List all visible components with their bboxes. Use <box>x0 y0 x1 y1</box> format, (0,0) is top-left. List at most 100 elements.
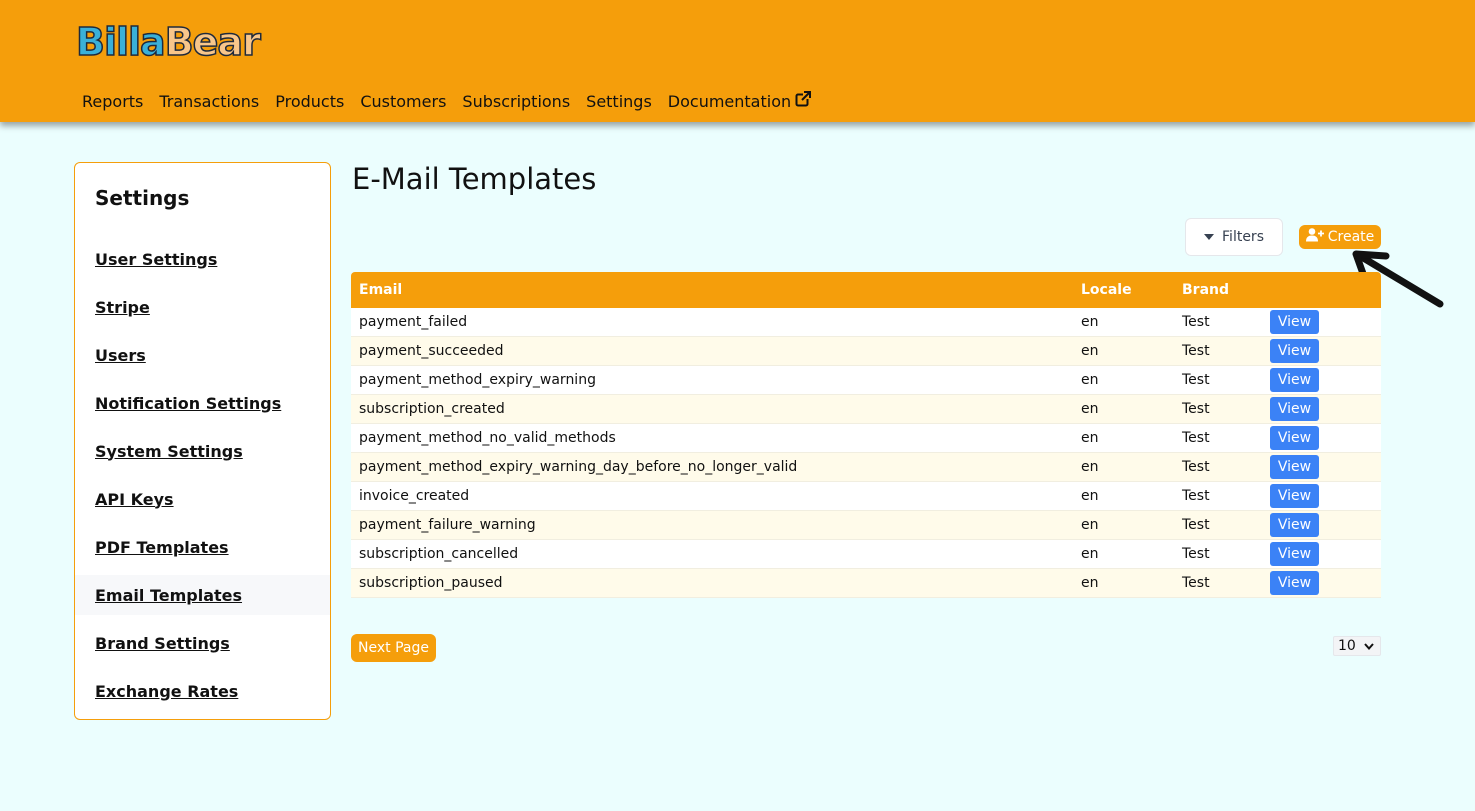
column-header-email: Email <box>359 282 403 298</box>
table-row: invoice_created en Test View <box>351 482 1381 511</box>
cell-locale: en <box>1081 575 1099 591</box>
caret-down-icon <box>1204 234 1215 240</box>
cell-email: payment_method_expiry_warning <box>359 372 596 388</box>
table-row: subscription_created en Test View <box>351 395 1381 424</box>
nav-products[interactable]: Products <box>275 91 344 111</box>
main-nav: Reports Transactions Products Customers … <box>82 91 827 111</box>
cell-brand: Test <box>1182 430 1210 446</box>
cell-action: View <box>1270 310 1381 334</box>
view-button[interactable]: View <box>1270 397 1319 421</box>
table-row: payment_failed en Test View <box>351 308 1381 337</box>
cell-action: View <box>1270 484 1381 508</box>
cell-action: View <box>1270 339 1381 363</box>
per-page-select[interactable]: 10 <box>1333 636 1381 656</box>
table-header: Email Locale Brand <box>351 272 1381 308</box>
view-button[interactable]: View <box>1270 310 1319 334</box>
view-button[interactable]: View <box>1270 513 1319 537</box>
view-button[interactable]: View <box>1270 368 1319 392</box>
table-row: subscription_cancelled en Test View <box>351 540 1381 569</box>
sidebar-item-system-settings[interactable]: System Settings <box>75 431 330 471</box>
user-plus-icon <box>1305 228 1328 246</box>
cell-action: View <box>1270 397 1381 421</box>
view-button[interactable]: View <box>1270 484 1319 508</box>
per-page-value: 10 <box>1338 638 1356 654</box>
cell-action: View <box>1270 513 1381 537</box>
sidebar-item-pdf-templates[interactable]: PDF Templates <box>75 527 330 567</box>
cell-brand: Test <box>1182 575 1210 591</box>
cell-locale: en <box>1081 546 1099 562</box>
column-header-locale: Locale <box>1081 282 1132 298</box>
cell-brand: Test <box>1182 314 1210 330</box>
cell-locale: en <box>1081 372 1099 388</box>
view-button[interactable]: View <box>1270 426 1319 450</box>
billabear-logo[interactable]: BillaBear <box>75 19 261 65</box>
nav-documentation[interactable]: Documentation <box>667 91 812 111</box>
table-row: payment_method_no_valid_methods en Test … <box>351 424 1381 453</box>
table-row: subscription_paused en Test View <box>351 569 1381 598</box>
cell-brand: Test <box>1182 401 1210 417</box>
cell-action: View <box>1270 368 1381 392</box>
cell-action: View <box>1270 455 1381 479</box>
cell-action: View <box>1270 426 1381 450</box>
cell-brand: Test <box>1182 343 1210 359</box>
cell-locale: en <box>1081 401 1099 417</box>
page-title: E-Mail Templates <box>352 162 597 196</box>
sidebar-title: Settings <box>95 186 190 210</box>
view-button[interactable]: View <box>1270 339 1319 363</box>
sidebar-item-notification-settings[interactable]: Notification Settings <box>75 383 330 423</box>
table-row: payment_method_expiry_warning en Test Vi… <box>351 366 1381 395</box>
top-header: BillaBear Reports Transactions Products … <box>0 0 1475 122</box>
view-button[interactable]: View <box>1270 455 1319 479</box>
cell-locale: en <box>1081 488 1099 504</box>
table-row: payment_method_expiry_warning_day_before… <box>351 453 1381 482</box>
sidebar-item-user-settings[interactable]: User Settings <box>75 239 330 279</box>
column-header-brand: Brand <box>1182 282 1230 298</box>
table-row: payment_succeeded en Test View <box>351 337 1381 366</box>
cell-brand: Test <box>1182 546 1210 562</box>
sidebar-item-brand-settings[interactable]: Brand Settings <box>75 623 330 663</box>
cell-email: payment_succeeded <box>359 343 504 359</box>
cell-email: subscription_cancelled <box>359 546 519 562</box>
email-templates-table: Email Locale Brand payment_failed en Tes… <box>351 272 1381 598</box>
sidebar-item-stripe[interactable]: Stripe <box>75 287 330 327</box>
nav-subscriptions[interactable]: Subscriptions <box>462 91 570 111</box>
cell-email: payment_method_no_valid_methods <box>359 430 616 446</box>
cell-brand: Test <box>1182 372 1210 388</box>
next-page-button[interactable]: Next Page <box>351 634 436 662</box>
filters-label: Filters <box>1222 229 1264 245</box>
cell-brand: Test <box>1182 488 1210 504</box>
cell-locale: en <box>1081 459 1099 475</box>
cell-brand: Test <box>1182 459 1210 475</box>
chevron-down-icon <box>1364 638 1374 654</box>
nav-reports[interactable]: Reports <box>82 91 143 111</box>
nav-documentation-label: Documentation <box>667 91 792 111</box>
sidebar-item-users[interactable]: Users <box>75 335 330 375</box>
view-button[interactable]: View <box>1270 542 1319 566</box>
cell-locale: en <box>1081 314 1099 330</box>
cell-email: invoice_created <box>359 488 470 504</box>
cell-email: subscription_created <box>359 401 505 417</box>
external-link-icon <box>795 91 812 111</box>
nav-transactions[interactable]: Transactions <box>159 91 259 111</box>
cell-action: View <box>1270 571 1381 595</box>
cell-locale: en <box>1081 517 1099 533</box>
cell-email: payment_failure_warning <box>359 517 536 533</box>
filters-button[interactable]: Filters <box>1185 218 1283 256</box>
nav-settings[interactable]: Settings <box>586 91 652 111</box>
nav-customers[interactable]: Customers <box>360 91 446 111</box>
cell-locale: en <box>1081 430 1099 446</box>
sidebar-menu: User Settings Stripe Users Notification … <box>75 239 330 719</box>
create-label: Create <box>1327 229 1375 245</box>
cell-email: payment_failed <box>359 314 468 330</box>
create-button[interactable]: Create <box>1299 225 1381 249</box>
cell-locale: en <box>1081 343 1099 359</box>
settings-sidebar: Settings User Settings Stripe Users Noti… <box>74 162 331 720</box>
table-row: payment_failure_warning en Test View <box>351 511 1381 540</box>
sidebar-item-exchange-rates[interactable]: Exchange Rates <box>75 671 330 711</box>
view-button[interactable]: View <box>1270 571 1319 595</box>
cell-email: payment_method_expiry_warning_day_before… <box>359 459 798 475</box>
cell-action: View <box>1270 542 1381 566</box>
sidebar-item-api-keys[interactable]: API Keys <box>75 479 330 519</box>
cell-brand: Test <box>1182 517 1210 533</box>
sidebar-item-email-templates[interactable]: Email Templates <box>75 575 330 615</box>
